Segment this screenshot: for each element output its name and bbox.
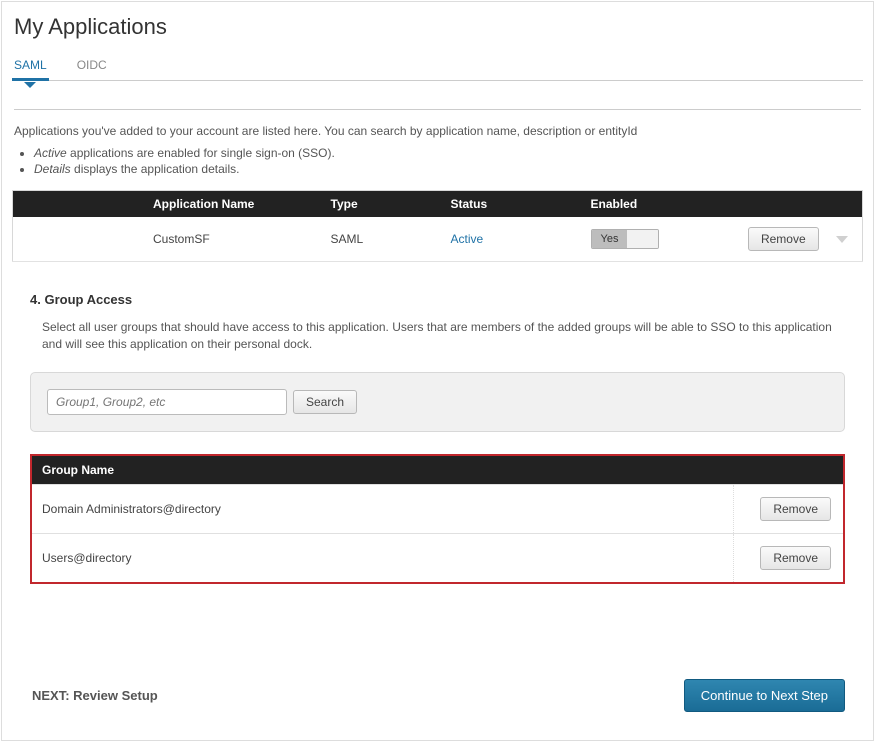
table-row: CustomSF SAML Active Yes Remove — [13, 217, 863, 262]
tab-oidc[interactable]: OIDC — [77, 52, 107, 80]
status-link[interactable]: Active — [451, 232, 484, 246]
intro-list: Active applications are enabled for sing… — [34, 146, 861, 176]
footer: NEXT: Review Setup Continue to Next Step — [32, 679, 845, 712]
intro-rest-1: applications are enabled for single sign… — [67, 146, 335, 160]
app-frame: My Applications SAML OIDC Applications y… — [1, 1, 874, 741]
search-button[interactable]: Search — [293, 390, 357, 414]
tab-saml[interactable]: SAML — [14, 52, 47, 80]
chevron-down-icon[interactable] — [836, 236, 848, 243]
table-row: Users@directory Remove — [32, 533, 843, 582]
remove-group-button[interactable]: Remove — [760, 546, 831, 570]
cell-app-name: CustomSF — [13, 217, 323, 262]
remove-group-button[interactable]: Remove — [760, 497, 831, 521]
search-panel: Search — [30, 372, 845, 432]
intro-rest-2: displays the application details. — [71, 162, 240, 176]
group-name-cell: Users@directory — [32, 533, 733, 582]
intro-bullet-2: Details displays the application details… — [34, 162, 861, 176]
divider — [14, 109, 861, 110]
section-desc: Select all user groups that should have … — [42, 319, 845, 354]
toggle-no — [627, 230, 657, 248]
remove-app-button[interactable]: Remove — [748, 227, 819, 251]
application-table: Application Name Type Status Enabled Cus… — [12, 190, 863, 262]
next-label: NEXT: Review Setup — [32, 688, 158, 703]
group-table: Group Name Domain Administrators@directo… — [32, 456, 843, 582]
intro-em-2: Details — [34, 162, 71, 176]
continue-button[interactable]: Continue to Next Step — [684, 679, 845, 712]
group-access-section: 4. Group Access Select all user groups t… — [30, 292, 845, 584]
cell-app-type: SAML — [323, 217, 443, 262]
enabled-toggle[interactable]: Yes — [591, 229, 659, 249]
tab-bar: SAML OIDC — [12, 52, 863, 81]
group-header: Group Name — [32, 456, 843, 485]
col-header-type: Type — [323, 191, 443, 218]
intro-bullet-1: Active applications are enabled for sing… — [34, 146, 861, 160]
group-search-input[interactable] — [47, 389, 287, 415]
col-header-enabled: Enabled — [583, 191, 713, 218]
page-title: My Applications — [14, 14, 863, 40]
col-header-actions — [713, 191, 863, 218]
intro-em-1: Active — [34, 146, 67, 160]
toggle-yes: Yes — [592, 230, 628, 248]
table-row: Domain Administrators@directory Remove — [32, 484, 843, 533]
group-table-highlight: Group Name Domain Administrators@directo… — [30, 454, 845, 584]
intro-text: Applications you've added to your accoun… — [14, 124, 861, 138]
col-header-status: Status — [443, 191, 583, 218]
group-name-cell: Domain Administrators@directory — [32, 484, 733, 533]
section-title: 4. Group Access — [30, 292, 845, 307]
col-header-name: Application Name — [13, 191, 323, 218]
